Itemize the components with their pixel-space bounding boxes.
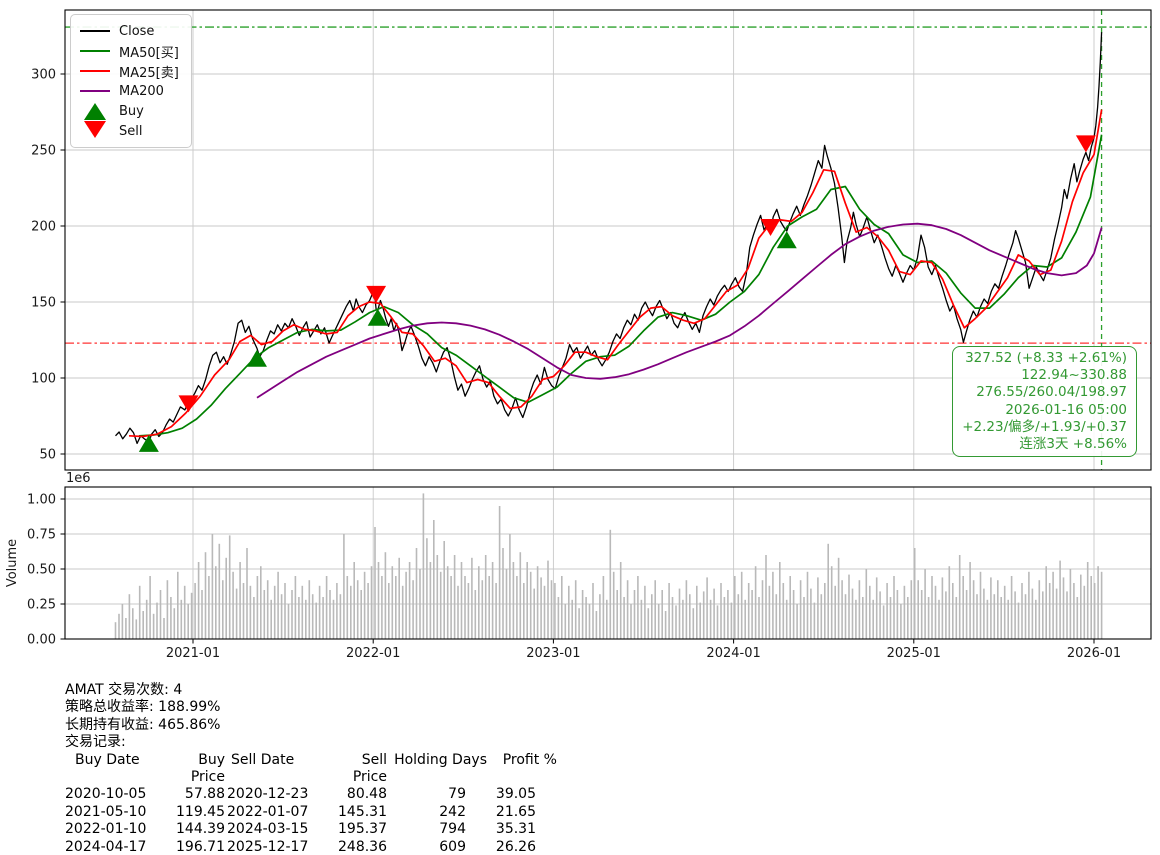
- table-cell: 2021-05-10: [65, 803, 147, 820]
- table-row: 2021-05-10 119.45 2022-01-07 145.31 242 21.65: [65, 804, 557, 821]
- volume-tick-label: 0.75: [27, 528, 56, 543]
- volume-multiplier-label: 1e6: [66, 471, 91, 486]
- volume-tick-label: 0.50: [27, 563, 56, 578]
- volume-tick-label: 0.00: [27, 633, 56, 648]
- col-buy-date: Buy Date: [75, 751, 140, 768]
- legend-label: MA50[买]: [119, 45, 179, 61]
- x-tick-label: 2025-01: [887, 646, 941, 661]
- trade-table-body: 2020-10-05 57.88 2020-12-23 80.48 79 39.05 202…: [65, 786, 557, 855]
- legend-label: Sell: [119, 123, 143, 139]
- legend-label: Close: [119, 23, 155, 39]
- volume-tick-label: 1.00: [27, 493, 56, 508]
- volume-bars: [114, 493, 1103, 639]
- x-tick-label: 2021-01: [166, 646, 220, 661]
- table-cell: 119.45: [176, 803, 225, 820]
- table-cell: 248.36: [338, 838, 387, 855]
- table-row: 2020-10-05 57.88 2020-12-23 80.48 79 39.05: [65, 786, 557, 803]
- buy-triangle-icon: [84, 102, 106, 120]
- col-sell-price: Sell Price: [352, 751, 387, 786]
- table-cell: 195.37: [338, 821, 387, 838]
- legend-label: Buy: [119, 103, 144, 119]
- table-cell: 2022-01-10: [65, 821, 147, 838]
- y-tick-label: 250: [31, 144, 56, 159]
- table-cell: 80.48: [346, 786, 387, 803]
- table-cell: 2020-12-23: [227, 786, 309, 803]
- table-cell: 2024-03-15: [227, 821, 309, 838]
- legend-label: MA25[卖]: [119, 65, 179, 81]
- info-last-price: 327.52 (+8.33 +2.61%): [965, 350, 1127, 366]
- volume-tick-label: 0.25: [27, 598, 56, 613]
- info-datetime: 2026-01-16 05:00: [1005, 401, 1127, 418]
- trade-log-title: 交易记录:: [65, 734, 126, 751]
- legend-item-ma25: MA25[卖]: [80, 61, 179, 81]
- y-tick-label: 150: [31, 296, 56, 311]
- info-streak: 连涨3天 +8.56%: [1019, 436, 1127, 453]
- table-cell: 57.88: [184, 786, 225, 803]
- x-tick-label: 2024-01: [706, 646, 760, 661]
- table-cell: 2020-10-05: [65, 786, 147, 803]
- legend-line-swatch: [80, 90, 110, 92]
- stock-analysis-page: 50 100 150 200 250 300 0.00 0.25 0.50 0.75 1.00 202…: [0, 0, 1160, 855]
- legend-item-sell: Sell: [80, 120, 179, 141]
- info-range: 122.94~330.88: [1021, 367, 1127, 384]
- col-holding-days: Holding Days: [394, 751, 487, 768]
- sell-triangle-icon: [84, 120, 106, 138]
- table-cell: 35.31: [495, 821, 536, 838]
- table-cell: 145.31: [338, 803, 387, 820]
- table-cell: 196.71: [176, 838, 225, 855]
- sell-marker: [178, 395, 199, 413]
- table-cell: 39.05: [495, 786, 536, 803]
- table-cell: 609: [439, 838, 466, 855]
- legend-item-buy: Buy: [80, 101, 179, 121]
- strategy-return-line: 策略总收益率: 188.99%: [65, 699, 221, 716]
- trade-count-line: AMAT 交易次数: 4: [65, 682, 183, 698]
- table-cell: 144.39: [176, 821, 225, 838]
- col-buy-price: Buy Price: [190, 751, 225, 786]
- table-cell: 21.65: [495, 803, 536, 820]
- table-cell: 2022-01-07: [227, 803, 309, 820]
- buy-marker: [776, 231, 797, 249]
- y-tick-label: 50: [39, 448, 56, 463]
- table-cell: 26.26: [495, 838, 536, 855]
- legend-item-ma200: MA200: [80, 81, 179, 101]
- table-cell: 794: [439, 821, 466, 838]
- stats-block: AMAT 交易次数: 4 策略总收益率: 188.99% 长期持有收益: 465…: [65, 682, 557, 855]
- volume-axis-title: Volume: [5, 539, 20, 587]
- trade-table-header: Buy Date Buy Price Sell Date Sell Price …: [65, 752, 557, 787]
- y-tick-label: 100: [31, 372, 56, 387]
- table-row: 2022-01-10 144.39 2024-03-15 195.37 794 35.31: [65, 821, 557, 838]
- legend-line-swatch: [80, 50, 110, 52]
- gridlines: [65, 10, 1151, 640]
- table-cell: 2024-04-17: [65, 838, 147, 855]
- table-row: 2024-04-17 196.71 2025-12-17 248.36 609 26.26: [65, 839, 557, 855]
- chart-legend: Close MA50[买] MA25[卖] MA200 Buy Sell: [70, 14, 192, 148]
- x-tick-label: 2023-01: [526, 646, 580, 661]
- x-tick-label: 2022-01: [346, 646, 400, 661]
- legend-item-close: Close: [80, 21, 179, 41]
- info-momentum: +2.23/偏多/+1.93/+0.37: [962, 418, 1127, 435]
- col-sell-date: Sell Date: [231, 751, 295, 768]
- col-profit: Profit %: [502, 751, 557, 768]
- info-ma-values: 276.55/260.04/198.97: [976, 384, 1127, 401]
- buy-marker: [246, 349, 267, 367]
- table-cell: 79: [448, 786, 466, 803]
- signal-info-box: 327.52 (+8.33 +2.61%) 122.94~330.88 276.…: [952, 346, 1137, 458]
- hold-return-line: 长期持有收益: 465.86%: [65, 716, 221, 733]
- y-tick-label: 300: [31, 68, 56, 83]
- y-tick-label: 200: [31, 220, 56, 235]
- legend-line-swatch: [80, 30, 110, 32]
- legend-label: MA200: [119, 83, 164, 99]
- table-cell: 2025-12-17: [227, 838, 309, 855]
- table-cell: 242: [439, 803, 466, 820]
- legend-item-ma50: MA50[买]: [80, 41, 179, 61]
- x-tick-label: 2026-01: [1067, 646, 1121, 661]
- legend-line-swatch: [80, 70, 110, 72]
